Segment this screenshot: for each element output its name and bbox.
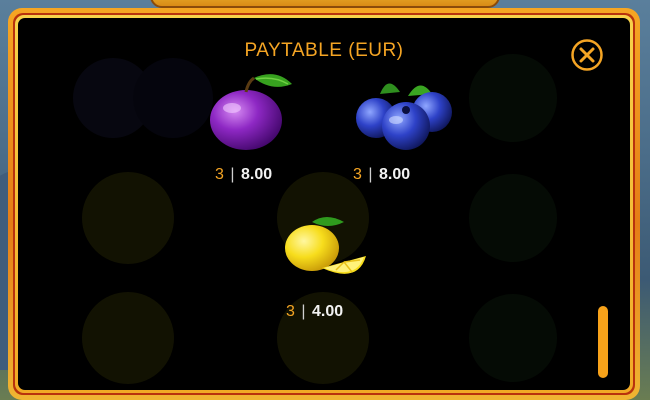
blueberries-payout: 3 | 8.00 (353, 166, 411, 183)
paytable-scrollbar[interactable] (598, 306, 608, 378)
game-logo-fragment (150, 0, 500, 8)
plum-icon (210, 74, 292, 150)
close-icon[interactable] (570, 38, 604, 72)
paytable-frame: PAYTABLE (EUR) 3 | 8.00 3 | 8.00 3 | 4.0… (8, 8, 640, 400)
paytable-panel: PAYTABLE (EUR) 3 | 8.00 3 | 8.00 3 | 4.0… (18, 18, 630, 390)
background-reels (73, 54, 557, 384)
lemon-payout: 3 | 4.00 (286, 303, 344, 320)
lemon-icon (285, 217, 366, 274)
game-scene: PAYTABLE (EUR) 3 | 8.00 3 | 8.00 3 | 4.0… (0, 0, 650, 400)
plum-payout: 3 | 8.00 (215, 166, 273, 183)
paytable-title: PAYTABLE (EUR) (244, 40, 404, 61)
blueberries-icon (356, 83, 452, 150)
